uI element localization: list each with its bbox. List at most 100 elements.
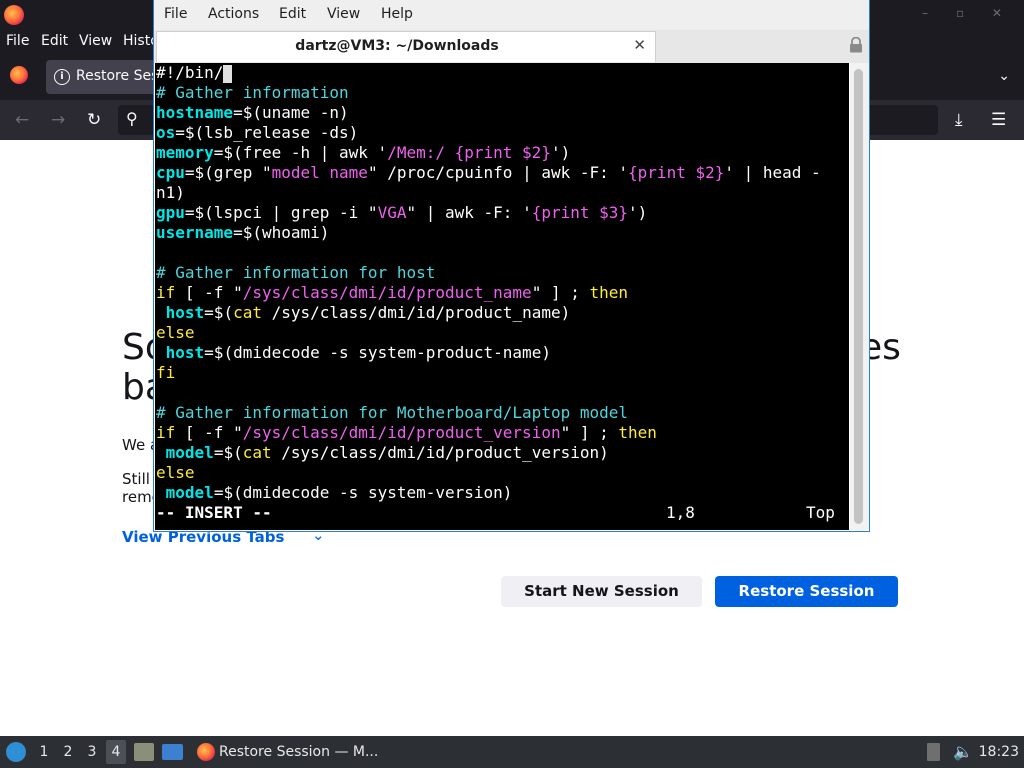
term-menu-edit[interactable]: Edit bbox=[279, 6, 306, 22]
code-token: # Gather information bbox=[156, 83, 349, 102]
text-cursor bbox=[223, 64, 233, 83]
code-line: host=$(cat /sys/class/dmi/id/product_nam… bbox=[156, 303, 571, 323]
term-menu-view[interactable]: View bbox=[327, 6, 360, 22]
vim-cursor-position: 1,8 bbox=[666, 503, 695, 522]
code-token: then bbox=[618, 423, 657, 442]
restore-session-button[interactable]: Restore Session bbox=[715, 576, 898, 607]
code-line: os=$(lsb_release -ds) bbox=[156, 123, 358, 143]
workspace-2[interactable]: 2 bbox=[58, 740, 78, 764]
start-new-session-button[interactable]: Start New Session bbox=[501, 576, 702, 607]
start-menu-icon[interactable] bbox=[6, 742, 26, 762]
firefox-view-icon[interactable] bbox=[10, 66, 28, 84]
workspace-1[interactable]: 1 bbox=[34, 740, 54, 764]
code-token: cpu bbox=[156, 163, 185, 182]
code-token: ' | head - bbox=[724, 163, 821, 182]
code-line: # Gather information for host bbox=[156, 263, 435, 283]
term-menu-file[interactable]: File bbox=[164, 6, 187, 22]
code-token: =$(lspci | grep -i " bbox=[184, 203, 378, 222]
firefox-logo-icon bbox=[4, 5, 24, 25]
window-controls[interactable]: – ▫ ✕ bbox=[922, 6, 1014, 20]
terminal-scrollbar[interactable] bbox=[850, 63, 869, 530]
vim-scroll-position: Top bbox=[806, 503, 835, 522]
menu-view[interactable]: View bbox=[79, 33, 112, 49]
task-label: Restore Session — M... bbox=[219, 744, 379, 760]
code-line: gpu=$(lspci | grep -i "VGA" | awk -F: '{… bbox=[156, 203, 647, 223]
code-line: hostname=$(uname -n) bbox=[156, 103, 349, 123]
workspace-4[interactable]: 4 bbox=[106, 740, 126, 764]
taskbar: 1 2 3 4 Restore Session — M... 🔈 18:23 bbox=[0, 736, 1024, 768]
code-token: memory bbox=[156, 143, 214, 162]
code-token: =$(whoami) bbox=[233, 223, 330, 242]
code-token: hostname bbox=[156, 103, 234, 122]
code-token: host bbox=[165, 343, 205, 362]
battery-icon[interactable] bbox=[927, 743, 940, 761]
code-token: " | awk -F: ' bbox=[406, 203, 532, 222]
code-token: host bbox=[165, 303, 205, 322]
code-line: host=$(dmidecode -s system-product-name) bbox=[156, 343, 551, 363]
code-line: if [ -f "/sys/class/dmi/id/product_name"… bbox=[156, 283, 628, 303]
code-token: ') bbox=[628, 203, 648, 222]
code-line: fi bbox=[156, 363, 175, 383]
lock-icon[interactable] bbox=[849, 37, 863, 53]
reload-icon[interactable]: ↻ bbox=[87, 110, 101, 130]
vim-mode-indicator: -- INSERT -- bbox=[156, 503, 272, 522]
code-token: " /proc/cpuinfo | awk -F: ' bbox=[367, 163, 629, 182]
code-token: {print $2} bbox=[628, 163, 725, 182]
workspace-3[interactable]: 3 bbox=[82, 740, 102, 764]
code-token: =$(dmidecode -s system-version) bbox=[213, 483, 513, 502]
code-token: =$( bbox=[213, 443, 243, 462]
code-line: # Gather information for Motherboard/Lap… bbox=[156, 403, 628, 423]
info-icon: i bbox=[54, 69, 70, 85]
code-line: memory=$(free -h | awk '/Mem:/ {print $2… bbox=[156, 143, 570, 163]
code-token: " ] ; bbox=[531, 283, 590, 302]
forward-arrow-icon[interactable]: → bbox=[51, 110, 65, 130]
code-token: /sys/class/dmi/id/product_name bbox=[242, 283, 532, 302]
list-tabs-chevron-icon[interactable]: ⌄ bbox=[998, 68, 1010, 84]
scrollbar-thumb[interactable] bbox=[854, 69, 863, 524]
terminal-window: File Actions Edit View Help dartz@VM3: ~… bbox=[154, 0, 869, 531]
code-token: # Gather information for Motherboard/Lap… bbox=[156, 403, 629, 422]
code-token: =$(uname -n) bbox=[233, 103, 349, 122]
code-line: username=$(whoami) bbox=[156, 223, 329, 243]
code-token: =$(lsb_release -ds) bbox=[175, 123, 359, 142]
code-token: ') bbox=[550, 143, 571, 162]
code-token: #!/bin/ bbox=[156, 63, 224, 82]
code-token: else bbox=[156, 323, 195, 342]
menu-file[interactable]: File bbox=[6, 33, 29, 49]
code-line: n1) bbox=[156, 183, 185, 203]
term-menu-actions[interactable]: Actions bbox=[208, 6, 259, 22]
code-token: gpu bbox=[156, 203, 185, 222]
code-token: fi bbox=[156, 363, 176, 382]
code-line: model=$(dmidecode -s system-version) bbox=[156, 483, 513, 503]
code-token: [ -f " bbox=[175, 283, 243, 302]
code-line: else bbox=[156, 323, 195, 343]
term-menu-help[interactable]: Help bbox=[381, 6, 413, 22]
file-manager-icon[interactable] bbox=[134, 743, 154, 761]
hamburger-menu-icon[interactable]: ☰ bbox=[991, 110, 1006, 130]
downloads-icon[interactable]: ⤓ bbox=[955, 110, 963, 130]
desktop-icon[interactable] bbox=[162, 744, 183, 760]
code-line: model=$(cat /sys/class/dmi/id/product_ve… bbox=[156, 443, 609, 463]
code-line: else bbox=[156, 463, 195, 483]
code-line: cpu=$(grep "model name" /proc/cpuinfo | … bbox=[156, 163, 821, 183]
terminal-screen[interactable]: -- INSERT -- 1,8 Top #!/bin/# Gather inf… bbox=[155, 63, 849, 530]
code-token: model bbox=[165, 483, 214, 502]
code-token: if bbox=[156, 423, 176, 442]
terminal-tab[interactable]: dartz@VM3: ~/Downloads ✕ bbox=[156, 31, 656, 62]
back-arrow-icon[interactable]: ← bbox=[15, 110, 29, 130]
terminal-tabbar: dartz@VM3: ~/Downloads ✕ bbox=[154, 30, 869, 63]
code-token: if bbox=[156, 283, 176, 302]
code-token: n1) bbox=[156, 183, 185, 202]
code-token: " ] ; bbox=[560, 423, 619, 442]
terminal-menubar: File Actions Edit View Help bbox=[154, 0, 869, 30]
search-icon: ⚲ bbox=[126, 109, 138, 128]
volume-icon[interactable]: 🔈 bbox=[953, 742, 973, 761]
code-token: =$( bbox=[204, 303, 234, 322]
code-token: model name bbox=[271, 163, 368, 182]
close-icon[interactable]: ✕ bbox=[633, 36, 646, 54]
code-token: # Gather information for host bbox=[156, 263, 436, 282]
menu-edit[interactable]: Edit bbox=[41, 33, 68, 49]
clock[interactable]: 18:23 bbox=[979, 736, 1019, 768]
